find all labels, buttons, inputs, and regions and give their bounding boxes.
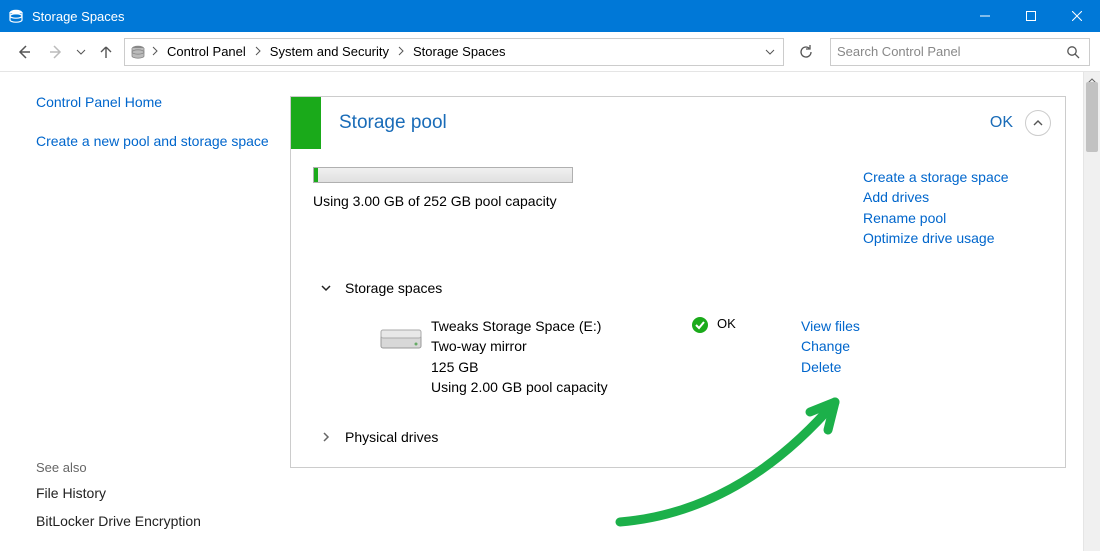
maximize-button[interactable] bbox=[1008, 0, 1054, 32]
space-size: 125 GB bbox=[431, 357, 691, 377]
space-name: Tweaks Storage Space (E:) bbox=[431, 316, 691, 336]
physical-drives-header[interactable]: Physical drives bbox=[313, 425, 1043, 449]
pool-usage-bar bbox=[313, 167, 573, 183]
back-button[interactable] bbox=[10, 38, 38, 66]
space-usage: Using 2.00 GB pool capacity bbox=[431, 377, 691, 397]
search-box[interactable] bbox=[830, 38, 1090, 66]
up-button[interactable] bbox=[92, 38, 120, 66]
title-bar: Storage Spaces bbox=[0, 0, 1100, 32]
control-panel-home-link[interactable]: Control Panel Home bbox=[36, 94, 270, 110]
drive-icon bbox=[371, 316, 431, 397]
chevron-right-icon bbox=[319, 431, 333, 443]
file-history-link[interactable]: File History bbox=[36, 485, 270, 501]
ok-badge-icon bbox=[691, 316, 709, 334]
refresh-button[interactable] bbox=[792, 39, 820, 65]
add-drives-link[interactable]: Add drives bbox=[863, 187, 1043, 207]
optimize-link[interactable]: Optimize drive usage bbox=[863, 228, 1043, 248]
breadcrumb-item[interactable]: Control Panel bbox=[163, 42, 250, 61]
sidebar: Control Panel Home Create a new pool and… bbox=[0, 72, 290, 551]
scroll-thumb[interactable] bbox=[1086, 82, 1098, 152]
space-status: OK bbox=[717, 316, 736, 331]
chevron-right-icon[interactable] bbox=[254, 44, 262, 59]
history-dropdown[interactable] bbox=[74, 47, 88, 57]
content-area: Storage pool OK Using 3.00 GB of 252 GB … bbox=[290, 72, 1100, 551]
panel-title: Storage pool bbox=[339, 112, 990, 134]
minimize-button[interactable] bbox=[962, 0, 1008, 32]
forward-button[interactable] bbox=[42, 38, 70, 66]
app-icon bbox=[8, 8, 24, 24]
window-controls bbox=[962, 0, 1100, 32]
pool-status: OK bbox=[990, 114, 1013, 132]
nav-toolbar: Control Panel System and Security Storag… bbox=[0, 32, 1100, 72]
view-files-link[interactable]: View files bbox=[801, 316, 1043, 336]
storage-spaces-section: Storage spaces Tweaks Storage Space (E:)… bbox=[313, 276, 1043, 397]
address-dropdown-icon[interactable] bbox=[761, 47, 779, 57]
see-also-label: See also bbox=[36, 460, 270, 475]
collapse-button[interactable] bbox=[1025, 110, 1051, 136]
breadcrumb-item[interactable]: Storage Spaces bbox=[409, 42, 510, 61]
space-type: Two-way mirror bbox=[431, 336, 691, 356]
close-button[interactable] bbox=[1054, 0, 1100, 32]
storage-pool-panel: Storage pool OK Using 3.00 GB of 252 GB … bbox=[290, 96, 1066, 468]
address-bar[interactable]: Control Panel System and Security Storag… bbox=[124, 38, 784, 66]
create-pool-link[interactable]: Create a new pool and storage space bbox=[36, 132, 270, 152]
window-title: Storage Spaces bbox=[32, 9, 962, 24]
section-label: Physical drives bbox=[345, 429, 438, 445]
change-link[interactable]: Change bbox=[801, 336, 1043, 356]
physical-drives-section: Physical drives bbox=[313, 425, 1043, 449]
storage-spaces-header[interactable]: Storage spaces bbox=[313, 276, 1043, 300]
breadcrumb-item[interactable]: System and Security bbox=[266, 42, 393, 61]
search-input[interactable] bbox=[837, 44, 1063, 59]
rename-pool-link[interactable]: Rename pool bbox=[863, 208, 1043, 228]
storage-space-row: Tweaks Storage Space (E:) Two-way mirror… bbox=[313, 316, 1043, 397]
chevron-right-icon[interactable] bbox=[151, 44, 159, 59]
pool-usage-text: Using 3.00 GB of 252 GB pool capacity bbox=[313, 193, 863, 209]
search-icon[interactable] bbox=[1063, 45, 1083, 59]
vertical-scrollbar[interactable] bbox=[1083, 72, 1100, 551]
create-space-link[interactable]: Create a storage space bbox=[863, 167, 1043, 187]
chevron-down-icon bbox=[319, 282, 333, 294]
section-label: Storage spaces bbox=[345, 280, 442, 296]
status-strip bbox=[291, 97, 321, 149]
panel-header: Storage pool OK bbox=[291, 97, 1065, 149]
bitlocker-link[interactable]: BitLocker Drive Encryption bbox=[36, 513, 270, 529]
delete-link[interactable]: Delete bbox=[801, 357, 1043, 377]
chevron-right-icon[interactable] bbox=[397, 44, 405, 59]
storage-icon bbox=[129, 43, 147, 61]
